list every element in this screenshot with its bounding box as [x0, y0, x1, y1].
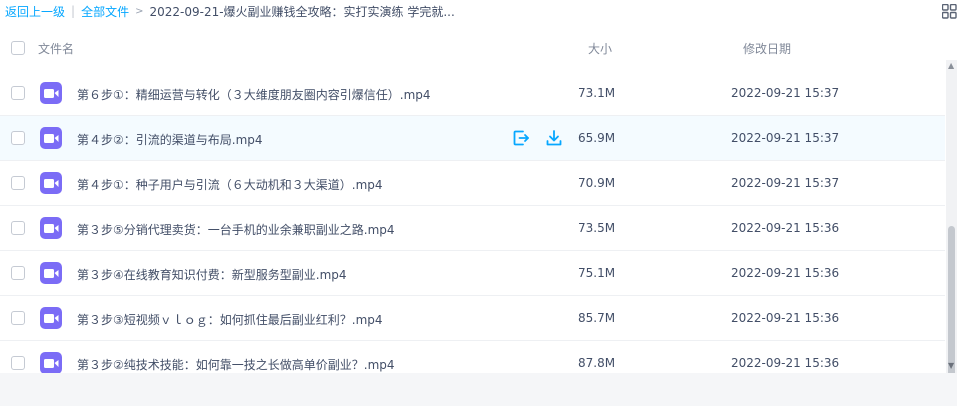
- file-size: 85.7M: [578, 311, 616, 325]
- video-file-icon: [40, 262, 62, 284]
- file-size: 75.1M: [578, 266, 616, 280]
- row-checkbox[interactable]: [11, 131, 25, 145]
- select-all-checkbox[interactable]: [11, 41, 25, 55]
- column-size-header[interactable]: 大小: [588, 40, 612, 57]
- scrollbar-thumb[interactable]: [948, 226, 955, 373]
- download-icon[interactable]: [545, 129, 563, 147]
- file-date: 2022-09-21 15:36: [731, 266, 840, 280]
- table-row[interactable]: 第４步①：种子用户与引流（６大动机和３大渠道）.mp4 70.9M 2022-0…: [0, 161, 945, 206]
- table-row[interactable]: 第３步②纯技术技能：如何靠一技之长做高单价副业？.mp4 87.8M 2022-…: [0, 341, 945, 373]
- column-date-header[interactable]: 修改日期: [743, 40, 791, 57]
- scroll-up-icon[interactable]: ▲: [948, 62, 954, 70]
- file-list: 第６步①：精细运营与转化（３大维度朋友圈内容引爆信任）.mp4 73.1M 20…: [0, 71, 945, 373]
- file-date: 2022-09-21 15:37: [731, 86, 840, 100]
- video-file-icon: [40, 217, 62, 239]
- list-header: 文件名 大小 修改日期: [0, 36, 957, 60]
- vertical-scrollbar[interactable]: ▲ ▼: [946, 60, 957, 373]
- table-row[interactable]: 第６步①：精细运营与转化（３大维度朋友圈内容引爆信任）.mp4 73.1M 20…: [0, 71, 945, 116]
- video-file-icon: [40, 127, 62, 149]
- table-row[interactable]: 第４步②：引流的渠道与布局.mp4 65.9M 2022-09-21 15:37: [0, 116, 945, 161]
- row-checkbox[interactable]: [11, 176, 25, 190]
- file-name[interactable]: 第４步①：种子用户与引流（６大动机和３大渠道）.mp4: [77, 176, 383, 193]
- column-name-header[interactable]: 文件名: [38, 40, 74, 57]
- file-date: 2022-09-21 15:36: [731, 221, 840, 235]
- file-date: 2022-09-21 15:36: [731, 356, 840, 370]
- file-browser: 返回上一级 | 全部文件 > 2022-09-21-爆火副业赚钱全攻略：实打实演…: [0, 0, 957, 373]
- file-date: 2022-09-21 15:37: [731, 176, 840, 190]
- table-row[interactable]: 第３步③短视频ｖｌｏｇ：如何抓住最后副业红利？.mp4 85.7M 2022-0…: [0, 296, 945, 341]
- breadcrumb: 返回上一级 | 全部文件 > 2022-09-21-爆火副业赚钱全攻略：实打实演…: [5, 2, 455, 20]
- video-file-icon: [40, 172, 62, 194]
- row-checkbox[interactable]: [11, 86, 25, 100]
- breadcrumb-chevron-icon: >: [135, 5, 144, 17]
- scroll-down-icon[interactable]: ▼: [948, 362, 954, 370]
- file-name[interactable]: 第６步①：精细运营与转化（３大维度朋友圈内容引爆信任）.mp4: [77, 86, 431, 103]
- row-checkbox[interactable]: [11, 356, 25, 370]
- file-size: 87.8M: [578, 356, 616, 370]
- table-row[interactable]: 第３步④在线教育知识付费：新型服务型副业.mp4 75.1M 2022-09-2…: [0, 251, 945, 296]
- file-name[interactable]: 第４步②：引流的渠道与布局.mp4: [77, 131, 263, 148]
- row-checkbox[interactable]: [11, 311, 25, 325]
- video-file-icon: [40, 352, 62, 373]
- grid-view-icon[interactable]: [941, 3, 957, 19]
- back-link[interactable]: 返回上一级: [5, 3, 65, 20]
- file-name[interactable]: 第３步⑤分销代理卖货：一台手机的业余兼职副业之路.mp4: [77, 221, 395, 238]
- row-checkbox[interactable]: [11, 266, 25, 280]
- all-files-link[interactable]: 全部文件: [81, 3, 129, 20]
- breadcrumb-divider: |: [71, 4, 76, 18]
- file-date: 2022-09-21 15:37: [731, 131, 840, 145]
- video-file-icon: [40, 307, 62, 329]
- table-row[interactable]: 第３步⑤分销代理卖货：一台手机的业余兼职副业之路.mp4 73.5M 2022-…: [0, 206, 945, 251]
- share-icon[interactable]: [512, 129, 530, 147]
- file-name[interactable]: 第３步④在线教育知识付费：新型服务型副业.mp4: [77, 266, 347, 283]
- file-size: 73.1M: [578, 86, 616, 100]
- file-size: 73.5M: [578, 221, 616, 235]
- row-checkbox[interactable]: [11, 221, 25, 235]
- file-name[interactable]: 第３步③短视频ｖｌｏｇ：如何抓住最后副业红利？.mp4: [77, 311, 383, 328]
- file-name[interactable]: 第３步②纯技术技能：如何靠一技之长做高单价副业？.mp4: [77, 356, 395, 373]
- file-date: 2022-09-21 15:36: [731, 311, 840, 325]
- file-size: 70.9M: [578, 176, 616, 190]
- video-file-icon: [40, 82, 62, 104]
- file-size: 65.9M: [578, 131, 616, 145]
- current-folder: 2022-09-21-爆火副业赚钱全攻略：实打实演练 学完就...: [149, 4, 455, 19]
